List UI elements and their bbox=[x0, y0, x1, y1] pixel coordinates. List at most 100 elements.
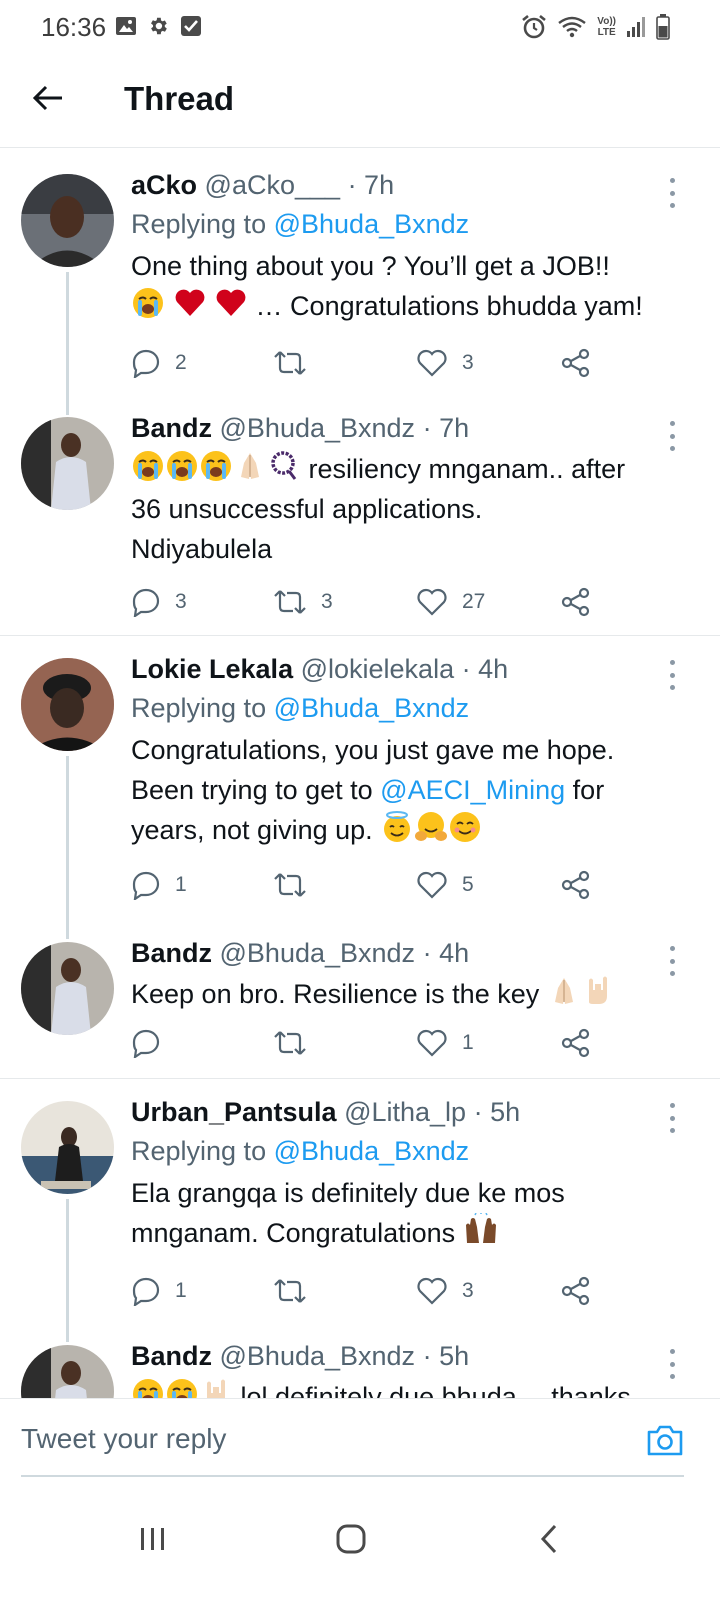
tweet-text: One thing about you ? You’ll get a JOB!!… bbox=[131, 246, 692, 326]
tweet-time: · 5h bbox=[473, 1097, 521, 1127]
more-options-button[interactable] bbox=[660, 946, 684, 976]
thread-list[interactable]: aCko @aCko___ · 7h Replying to @Bhuda_Bx… bbox=[0, 148, 720, 1398]
replying-to: Replying to @Bhuda_Bxndz bbox=[131, 1133, 692, 1169]
display-name[interactable]: Bandz bbox=[131, 413, 212, 443]
share-button[interactable] bbox=[561, 585, 591, 619]
retweet-button[interactable] bbox=[273, 1274, 321, 1308]
like-button[interactable]: 1 bbox=[416, 1026, 474, 1060]
share-button[interactable] bbox=[561, 346, 591, 380]
retweet-button[interactable] bbox=[273, 346, 321, 380]
back-button[interactable] bbox=[26, 76, 70, 120]
retweet-icon bbox=[274, 351, 306, 375]
more-options-button[interactable] bbox=[660, 421, 684, 451]
replying-to: Replying to @Bhuda_Bxndz bbox=[131, 206, 692, 242]
user-handle[interactable]: @Litha_lp bbox=[344, 1097, 466, 1127]
reply-button[interactable]: 3 bbox=[131, 585, 187, 619]
volte-bottom-text: LTE bbox=[597, 27, 616, 38]
avatar[interactable] bbox=[21, 1345, 114, 1398]
reply-input-underline bbox=[21, 1475, 684, 1477]
reply-button[interactable]: 1 bbox=[131, 1274, 187, 1308]
more-options-button[interactable] bbox=[660, 178, 684, 208]
camera-icon[interactable] bbox=[646, 1423, 684, 1457]
mention-link[interactable]: @AECI_Mining bbox=[380, 775, 565, 805]
reply-button[interactable]: 2 bbox=[131, 346, 187, 380]
reply-input[interactable]: Tweet your reply bbox=[21, 1423, 226, 1455]
reply-button[interactable]: 1 bbox=[131, 868, 187, 902]
thread-header: Thread bbox=[0, 54, 720, 148]
tweet-content: Bandz @Bhuda_Bxndz · 5h lol definitely d… bbox=[131, 1339, 692, 1398]
wifi-icon bbox=[558, 16, 587, 38]
tweet-content: Urban_Pantsula @Litha_lp · 5h Replying t… bbox=[131, 1095, 692, 1253]
retweet-button[interactable] bbox=[273, 1026, 321, 1060]
retweet-button[interactable] bbox=[273, 868, 321, 902]
user-handle[interactable]: @aCko___ bbox=[205, 170, 341, 200]
display-name[interactable]: Bandz bbox=[131, 1341, 212, 1371]
share-button[interactable] bbox=[561, 1026, 591, 1060]
like-button[interactable]: 27 bbox=[416, 585, 485, 619]
tweet[interactable]: Bandz @Bhuda_Bxndz · 5h lol definitely d… bbox=[0, 1321, 720, 1398]
tweet-content: Bandz @Bhuda_Bxndz · 7h resiliency mngan… bbox=[131, 411, 692, 569]
tweet[interactable]: Bandz @Bhuda_Bxndz · 7h resiliency mngan… bbox=[0, 393, 720, 635]
red-heart-emoji bbox=[216, 289, 246, 316]
more-options-button[interactable] bbox=[660, 1349, 684, 1379]
tweet-text-part: years, not giving up. bbox=[131, 815, 373, 845]
tweet[interactable]: Bandz @Bhuda_Bxndz · 4h Keep on bro. Res… bbox=[0, 918, 720, 1078]
system-nav-bar bbox=[0, 1478, 720, 1600]
avatar-image bbox=[21, 1101, 114, 1194]
tweet[interactable]: aCko @aCko___ · 7h Replying to @Bhuda_Bx… bbox=[0, 148, 720, 415]
user-handle[interactable]: @lokielekala bbox=[301, 654, 454, 684]
tweet-text-part: Keep on bro. Resilience is the key bbox=[131, 979, 540, 1009]
replying-mention-link[interactable]: @Bhuda_Bxndz bbox=[274, 1136, 470, 1166]
tweet[interactable]: Lokie Lekala @lokielekala · 4h Replying … bbox=[0, 635, 720, 939]
tweet-actions: 1 bbox=[131, 1026, 601, 1060]
avatar[interactable] bbox=[21, 942, 114, 1035]
user-handle[interactable]: @Bhuda_Bxndz bbox=[220, 1341, 416, 1371]
display-name[interactable]: aCko bbox=[131, 170, 197, 200]
tweet-text-line: resiliency mnganam.. after bbox=[131, 449, 692, 489]
love-you-gesture-emoji bbox=[207, 1379, 225, 1398]
replying-mention-link[interactable]: @Bhuda_Bxndz bbox=[274, 209, 470, 239]
display-name[interactable]: Bandz bbox=[131, 938, 212, 968]
reply-icon bbox=[132, 1029, 160, 1058]
display-name[interactable]: Urban_Pantsula bbox=[131, 1097, 337, 1127]
avatar[interactable] bbox=[21, 658, 114, 751]
like-count: 3 bbox=[462, 1279, 474, 1302]
replying-mention-link[interactable]: @Bhuda_Bxndz bbox=[274, 693, 470, 723]
share-button[interactable] bbox=[561, 1274, 591, 1308]
tweet-text-part: for bbox=[572, 775, 605, 805]
more-options-button[interactable] bbox=[660, 1103, 684, 1133]
heart-icon bbox=[417, 1029, 447, 1057]
home-button[interactable] bbox=[326, 1514, 376, 1564]
user-handle[interactable]: @Bhuda_Bxndz bbox=[220, 938, 416, 968]
heart-icon bbox=[417, 1277, 447, 1305]
tweet-time: · 7h bbox=[347, 170, 395, 200]
system-back-button[interactable] bbox=[524, 1514, 574, 1564]
like-button[interactable]: 3 bbox=[416, 346, 474, 380]
more-options-button[interactable] bbox=[660, 660, 684, 690]
tweet-actions: 2 3 bbox=[131, 346, 601, 380]
replying-prefix: Replying to bbox=[131, 1136, 267, 1166]
reply-button[interactable] bbox=[131, 1026, 175, 1060]
like-button[interactable]: 3 bbox=[416, 1274, 474, 1308]
share-icon bbox=[561, 587, 590, 617]
avatar[interactable] bbox=[21, 174, 114, 267]
user-handle[interactable]: @Bhuda_Bxndz bbox=[220, 413, 416, 443]
tweet-text-part: resiliency mnganam.. after bbox=[308, 454, 626, 484]
image-icon bbox=[116, 17, 136, 35]
tweet-content: aCko @aCko___ · 7h Replying to @Bhuda_Bx… bbox=[131, 168, 692, 326]
recent-apps-button[interactable] bbox=[128, 1514, 178, 1564]
battery-icon bbox=[656, 14, 670, 40]
arrow-left-icon bbox=[32, 85, 62, 111]
share-button[interactable] bbox=[561, 868, 591, 902]
retweet-button[interactable]: 3 bbox=[273, 585, 333, 619]
avatar[interactable] bbox=[21, 1101, 114, 1194]
avatar[interactable] bbox=[21, 417, 114, 510]
like-count: 27 bbox=[462, 590, 486, 613]
tweet-text-line: mnganam. Congratulations bbox=[131, 1213, 692, 1253]
like-button[interactable]: 5 bbox=[416, 868, 474, 902]
tweet[interactable]: Urban_Pantsula @Litha_lp · 5h Replying t… bbox=[0, 1078, 720, 1342]
tweet-text-line: Congratulations, you just gave me hope. bbox=[131, 735, 615, 765]
display-name[interactable]: Lokie Lekala bbox=[131, 654, 293, 684]
tweet-text-line: One thing about you ? You’ll get a JOB!! bbox=[131, 251, 610, 281]
home-icon bbox=[336, 1524, 366, 1554]
